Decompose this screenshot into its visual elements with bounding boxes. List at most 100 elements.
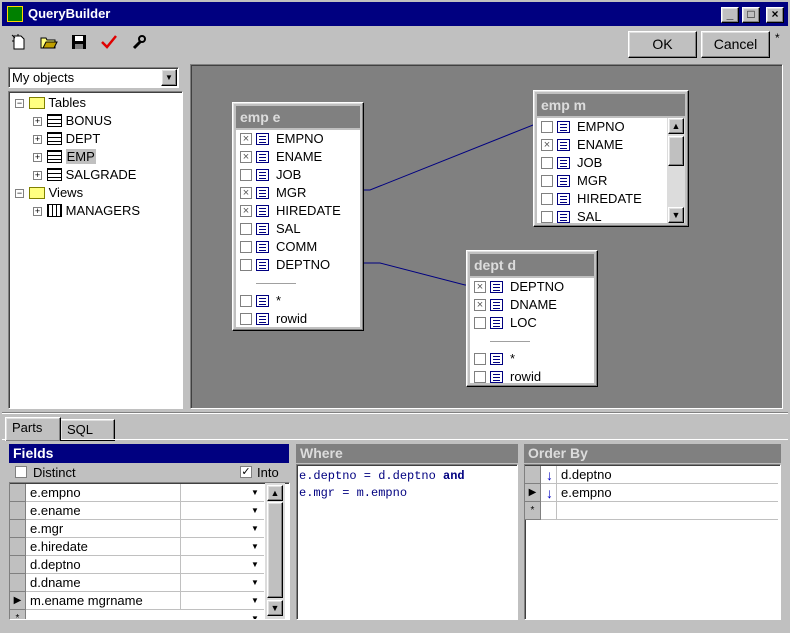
sort-descending-icon[interactable]: ↓ <box>543 466 557 484</box>
field-row-star[interactable]: * <box>470 350 594 368</box>
checkbox[interactable] <box>240 259 252 271</box>
field-row[interactable]: LOC <box>470 314 594 332</box>
chevron-down-icon[interactable]: ▼ <box>248 485 262 501</box>
field-row[interactable]: × ENAME <box>537 136 667 154</box>
field-name: MGR <box>577 173 608 188</box>
checked-checkbox[interactable]: × <box>474 281 486 293</box>
checked-checkbox[interactable]: × <box>541 139 553 151</box>
checkbox[interactable] <box>240 241 252 253</box>
field-row[interactable]: COMM <box>236 238 360 256</box>
scroll-thumb[interactable] <box>668 136 684 166</box>
field-row[interactable]: EMPNO <box>537 118 667 136</box>
table-box-title[interactable]: dept d <box>470 254 594 276</box>
chevron-down-icon[interactable]: ▼ <box>248 611 262 619</box>
fields-row[interactable]: ▶ m.ename mgrname ▼ <box>10 592 264 610</box>
splitter[interactable] <box>2 412 788 414</box>
field-row[interactable]: MGR <box>537 172 667 190</box>
scroll-up-icon[interactable]: ▲ <box>668 118 684 134</box>
distinct-label: Distinct <box>33 465 76 480</box>
field-row[interactable]: DEPTNO <box>236 256 360 274</box>
field-row[interactable]: JOB <box>236 166 360 184</box>
orderby-grid[interactable]: ↓ d.deptno ▶ ↓ e.empno * <box>524 464 781 620</box>
fields-new-row[interactable]: * ▼ <box>10 610 264 619</box>
fields-row[interactable]: e.empno ▼ <box>10 484 264 502</box>
table-box-dept-d[interactable]: dept d × DEPTNO × DNAME LOC * rowid <box>466 250 598 387</box>
table-box-emp-m[interactable]: emp m EMPNO × ENAME JOB MGR HIREDATE SAL ▲ ▼ <box>533 90 689 227</box>
scroll-down-icon[interactable]: ▼ <box>668 207 684 223</box>
table-box-emp-e[interactable]: emp e × EMPNO × ENAME JOB × MGR × HIREDATE SAL COM… <box>232 102 364 331</box>
tab-sql[interactable]: SQL <box>60 419 115 441</box>
into-checkbox[interactable]: ✓ <box>240 466 252 478</box>
checked-checkbox[interactable]: × <box>240 151 252 163</box>
fields-row[interactable]: e.mgr ▼ <box>10 520 264 538</box>
scroll-down-icon[interactable]: ▼ <box>267 600 283 616</box>
checkbox[interactable] <box>541 157 553 169</box>
field-expression: e.mgr <box>30 521 64 536</box>
vertical-scrollbar[interactable]: ▲ ▼ <box>265 483 285 619</box>
field-row-rowid[interactable]: rowid <box>470 368 594 386</box>
chevron-down-icon[interactable]: ▼ <box>248 539 262 555</box>
checked-checkbox[interactable]: × <box>474 299 486 311</box>
fields-row[interactable]: e.hiredate ▼ <box>10 538 264 556</box>
row-indicator <box>10 574 26 592</box>
tab-parts[interactable]: Parts <box>5 417 61 441</box>
field-row[interactable]: SAL <box>537 208 667 226</box>
fields-row[interactable]: d.dname ▼ <box>10 574 264 592</box>
checkbox[interactable] <box>541 175 553 187</box>
checkbox[interactable] <box>474 353 486 365</box>
checkbox[interactable] <box>541 193 553 205</box>
checkbox[interactable] <box>541 211 553 223</box>
where-editor[interactable]: e.deptno = d.deptno and e.mgr = m.empno <box>296 464 518 620</box>
scroll-thumb[interactable] <box>267 502 283 598</box>
field-row[interactable]: HIREDATE <box>537 190 667 208</box>
field-name: DNAME <box>510 297 557 312</box>
chevron-down-icon[interactable]: ▼ <box>248 557 262 573</box>
orderby-row[interactable]: ▶ ↓ e.empno <box>525 484 778 502</box>
checkbox[interactable] <box>474 317 486 329</box>
table-box-title[interactable]: emp e <box>236 106 360 128</box>
orderby-new-row[interactable]: * <box>525 502 778 520</box>
orderby-row[interactable]: ↓ d.deptno <box>525 466 778 484</box>
row-indicator <box>10 484 26 502</box>
chevron-down-icon[interactable]: ▼ <box>248 575 262 591</box>
field-row[interactable]: × DEPTNO <box>470 278 594 296</box>
orderby-field: e.empno <box>561 485 612 500</box>
chevron-down-icon[interactable]: ▼ <box>248 593 262 609</box>
chevron-down-icon[interactable]: ▼ <box>248 521 262 537</box>
checkbox[interactable] <box>474 371 486 383</box>
where-line-2: e.mgr = m.empno <box>299 486 408 500</box>
field-row[interactable]: × ENAME <box>236 148 360 166</box>
vertical-scrollbar[interactable]: ▲ ▼ <box>667 118 685 223</box>
fields-row[interactable]: d.deptno ▼ <box>10 556 264 574</box>
field-icon <box>557 193 570 205</box>
checked-checkbox[interactable]: × <box>240 187 252 199</box>
fields-row[interactable]: e.ename ▼ <box>10 502 264 520</box>
field-row[interactable]: × DNAME <box>470 296 594 314</box>
field-row[interactable]: × MGR <box>236 184 360 202</box>
checkbox[interactable] <box>240 223 252 235</box>
field-name: MGR <box>276 185 307 200</box>
field-row[interactable]: × HIREDATE <box>236 202 360 220</box>
checked-checkbox[interactable]: × <box>240 205 252 217</box>
table-box-title[interactable]: emp m <box>537 94 685 116</box>
field-row[interactable]: × EMPNO <box>236 130 360 148</box>
field-row-rowid[interactable]: rowid <box>236 310 360 328</box>
orderby-empty-cell[interactable] <box>543 502 557 520</box>
field-icon <box>490 317 503 329</box>
distinct-checkbox[interactable] <box>15 466 27 478</box>
scroll-up-icon[interactable]: ▲ <box>267 485 283 501</box>
sort-descending-icon[interactable]: ↓ <box>543 484 557 502</box>
checkbox[interactable] <box>240 295 252 307</box>
field-name: DEPTNO <box>276 257 331 272</box>
field-row[interactable]: JOB <box>537 154 667 172</box>
field-row-star[interactable]: * <box>236 292 360 310</box>
separator <box>490 341 530 342</box>
field-row[interactable]: SAL <box>236 220 360 238</box>
checkbox[interactable] <box>541 121 553 133</box>
where-line-1: e.deptno = d.deptno <box>299 469 444 483</box>
checkbox[interactable] <box>240 169 252 181</box>
checkbox[interactable] <box>240 313 252 325</box>
checked-checkbox[interactable]: × <box>240 133 252 145</box>
fields-grid[interactable]: e.empno ▼ e.ename ▼ e.mgr ▼ e.hiredate ▼ d.deptn… <box>9 482 290 620</box>
chevron-down-icon[interactable]: ▼ <box>248 503 262 519</box>
